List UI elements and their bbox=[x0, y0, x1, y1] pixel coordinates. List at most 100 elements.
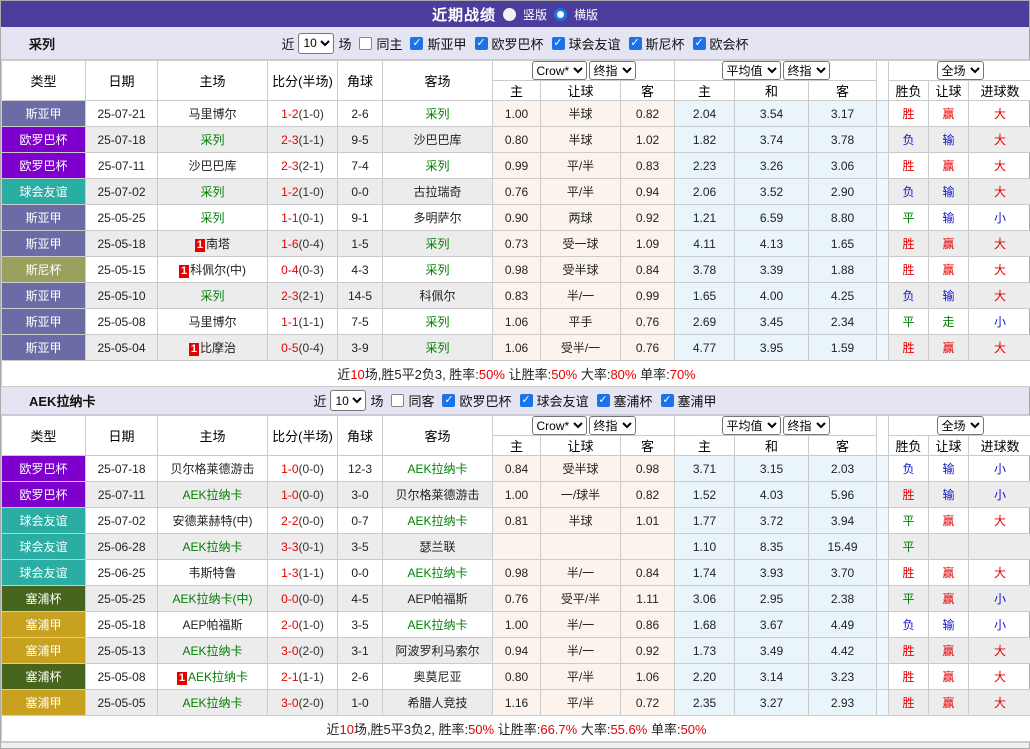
filter-bar: AEK拉纳卡近10场同客✓欧罗巴杯✓球会友谊✓塞浦杯✓塞浦甲 bbox=[1, 387, 1029, 415]
home-team-cell: 1南塔 bbox=[158, 231, 268, 257]
match-count-select[interactable]: 10 bbox=[330, 390, 366, 411]
corner-cell: 2-6 bbox=[338, 664, 383, 690]
scope-select[interactable]: 全场 bbox=[937, 61, 984, 80]
handicap-odds-cell: 1.00 bbox=[493, 482, 541, 508]
odds-time-select[interactable]: 终指 bbox=[589, 61, 636, 80]
handicap-odds-cell bbox=[493, 534, 541, 560]
average-odds-cell: 1.88 bbox=[809, 257, 877, 283]
summary-text: 大率: bbox=[577, 722, 610, 737]
spacer-cell bbox=[877, 638, 889, 664]
match-count-select[interactable]: 10 bbox=[298, 33, 334, 54]
date-cell: 25-05-10 bbox=[86, 283, 158, 309]
halftime-score: (0-0) bbox=[299, 462, 324, 476]
match-row: 塞浦杯25-05-25AEK拉纳卡(中)0-0(0-0)4-5AEP帕福斯0.7… bbox=[2, 586, 1030, 612]
bookmaker-select[interactable]: Crow* bbox=[532, 416, 587, 435]
home-team-name: 采列 bbox=[200, 133, 224, 147]
result-cell: 输 bbox=[929, 482, 969, 508]
date-cell: 25-05-25 bbox=[86, 586, 158, 612]
handicap-odds-cell: 0.84 bbox=[493, 456, 541, 482]
match-row: 斯亚甲25-05-25采列1-1(0-1)9-1多明萨尔0.90两球0.921.… bbox=[2, 205, 1030, 231]
average-time-select[interactable]: 终指 bbox=[783, 61, 830, 80]
sub-header: 进球数 bbox=[969, 81, 1030, 101]
handicap-odds-cell: 半球 bbox=[541, 101, 621, 127]
match-row: 球会友谊25-07-02安德莱赫特(中)2-2(0-0)0-7AEK拉纳卡0.8… bbox=[2, 508, 1030, 534]
match-row: 斯尼杯25-05-151科佩尔(中)0-4(0-3)4-3采列0.98受半球0.… bbox=[2, 257, 1030, 283]
result-cell: 大 bbox=[969, 664, 1030, 690]
average-odds-cell: 3.94 bbox=[809, 508, 877, 534]
league-checkbox[interactable]: ✓ bbox=[661, 394, 674, 407]
corner-cell: 12-3 bbox=[338, 456, 383, 482]
league-type-badge: 塞浦杯 bbox=[2, 586, 86, 612]
handicap-odds-cell bbox=[541, 534, 621, 560]
league-checkbox[interactable]: ✓ bbox=[629, 37, 642, 50]
result-cell: 负 bbox=[889, 179, 929, 205]
handicap-odds-cell: 0.82 bbox=[621, 101, 675, 127]
away-team-name: AEK拉纳卡 bbox=[407, 514, 467, 528]
same-venue-checkbox[interactable] bbox=[391, 394, 404, 407]
result-cell: 大 bbox=[969, 508, 1030, 534]
handicap-odds-cell: 受一球 bbox=[541, 231, 621, 257]
match-row: 塞浦甲25-05-13AEK拉纳卡3-0(2-0)3-1阿波罗利马索尔0.94半… bbox=[2, 638, 1030, 664]
match-row: 斯亚甲25-05-041比摩治0-5(0-4)3-9采列1.06受半/一0.76… bbox=[2, 335, 1030, 361]
filter-controls: 近10场同客✓欧罗巴杯✓球会友谊✓塞浦杯✓塞浦甲 bbox=[313, 390, 716, 411]
average-time-select[interactable]: 终指 bbox=[783, 416, 830, 435]
corner-cell: 4-3 bbox=[338, 257, 383, 283]
league-type-badge: 球会友谊 bbox=[2, 534, 86, 560]
handicap-odds-cell: 1.06 bbox=[493, 335, 541, 361]
league-checkbox[interactable]: ✓ bbox=[410, 37, 423, 50]
odds-time-select[interactable]: 终指 bbox=[589, 416, 636, 435]
handicap-odds-cell: 平/半 bbox=[541, 179, 621, 205]
corner-cell: 3-5 bbox=[338, 534, 383, 560]
date-cell: 25-05-08 bbox=[86, 664, 158, 690]
league-checkbox[interactable]: ✓ bbox=[520, 394, 533, 407]
away-team-cell: 沙巴巴库 bbox=[383, 127, 493, 153]
result-cell: 大 bbox=[969, 638, 1030, 664]
away-team-name: 古拉瑞奇 bbox=[413, 185, 461, 199]
fulltime-score: 3-0 bbox=[281, 644, 298, 658]
column-header-home: 主场 bbox=[158, 61, 268, 101]
spacer-column bbox=[877, 416, 889, 456]
league-checkbox[interactable]: ✓ bbox=[693, 37, 706, 50]
league-checkbox[interactable]: ✓ bbox=[597, 394, 610, 407]
spacer-column bbox=[877, 61, 889, 101]
home-team-cell: 1比摩治 bbox=[158, 335, 268, 361]
sub-header: 进球数 bbox=[969, 436, 1030, 456]
spacer-cell bbox=[877, 179, 889, 205]
handicap-odds-cell: 0.98 bbox=[493, 257, 541, 283]
games-label: 场 bbox=[370, 391, 383, 410]
fulltime-score: 2-3 bbox=[281, 133, 298, 147]
average-source-select[interactable]: 平均值 bbox=[722, 416, 781, 435]
horizontal-layout-radio[interactable] bbox=[554, 8, 567, 21]
vertical-layout-radio[interactable] bbox=[503, 8, 516, 21]
average-odds-cell: 3.72 bbox=[735, 508, 809, 534]
handicap-odds-cell: 0.80 bbox=[493, 127, 541, 153]
scope-select[interactable]: 全场 bbox=[937, 416, 984, 435]
result-cell: 负 bbox=[889, 127, 929, 153]
filter-bar: 采列近10场同主✓斯亚甲✓欧罗巴杯✓球会友谊✓斯尼杯✓欧会杯 bbox=[1, 27, 1029, 60]
column-header-away: 客场 bbox=[383, 416, 493, 456]
date-cell: 25-05-05 bbox=[86, 690, 158, 716]
league-checkbox[interactable]: ✓ bbox=[552, 37, 565, 50]
summary-text: 单率: bbox=[647, 722, 680, 737]
handicap-odds-cell: 0.99 bbox=[621, 283, 675, 309]
title-bar: 近期战绩 竖版 横版 bbox=[1, 1, 1029, 27]
same-venue-checkbox[interactable] bbox=[359, 37, 372, 50]
league-checkbox[interactable]: ✓ bbox=[475, 37, 488, 50]
date-cell: 25-05-04 bbox=[86, 335, 158, 361]
summary-text: 55.6% bbox=[610, 722, 647, 737]
bookmaker-select[interactable]: Crow* bbox=[532, 61, 587, 80]
match-row: 球会友谊25-07-02采列1-2(1-0)0-0古拉瑞奇0.76平/半0.94… bbox=[2, 179, 1030, 205]
corner-cell: 9-5 bbox=[338, 127, 383, 153]
league-checkbox[interactable]: ✓ bbox=[442, 394, 455, 407]
average-odds-cell: 1.68 bbox=[675, 612, 735, 638]
spacer-cell bbox=[877, 482, 889, 508]
average-source-select[interactable]: 平均值 bbox=[722, 61, 781, 80]
result-cell: 大 bbox=[969, 127, 1030, 153]
average-odds-cell: 2.69 bbox=[675, 309, 735, 335]
result-cell: 输 bbox=[929, 612, 969, 638]
league-type-badge: 球会友谊 bbox=[2, 560, 86, 586]
average-odds-cell: 2.90 bbox=[809, 179, 877, 205]
corner-cell: 3-0 bbox=[338, 482, 383, 508]
league-filter-label: 斯亚甲 bbox=[427, 34, 466, 53]
handicap-odds-cell: 受半球 bbox=[541, 257, 621, 283]
